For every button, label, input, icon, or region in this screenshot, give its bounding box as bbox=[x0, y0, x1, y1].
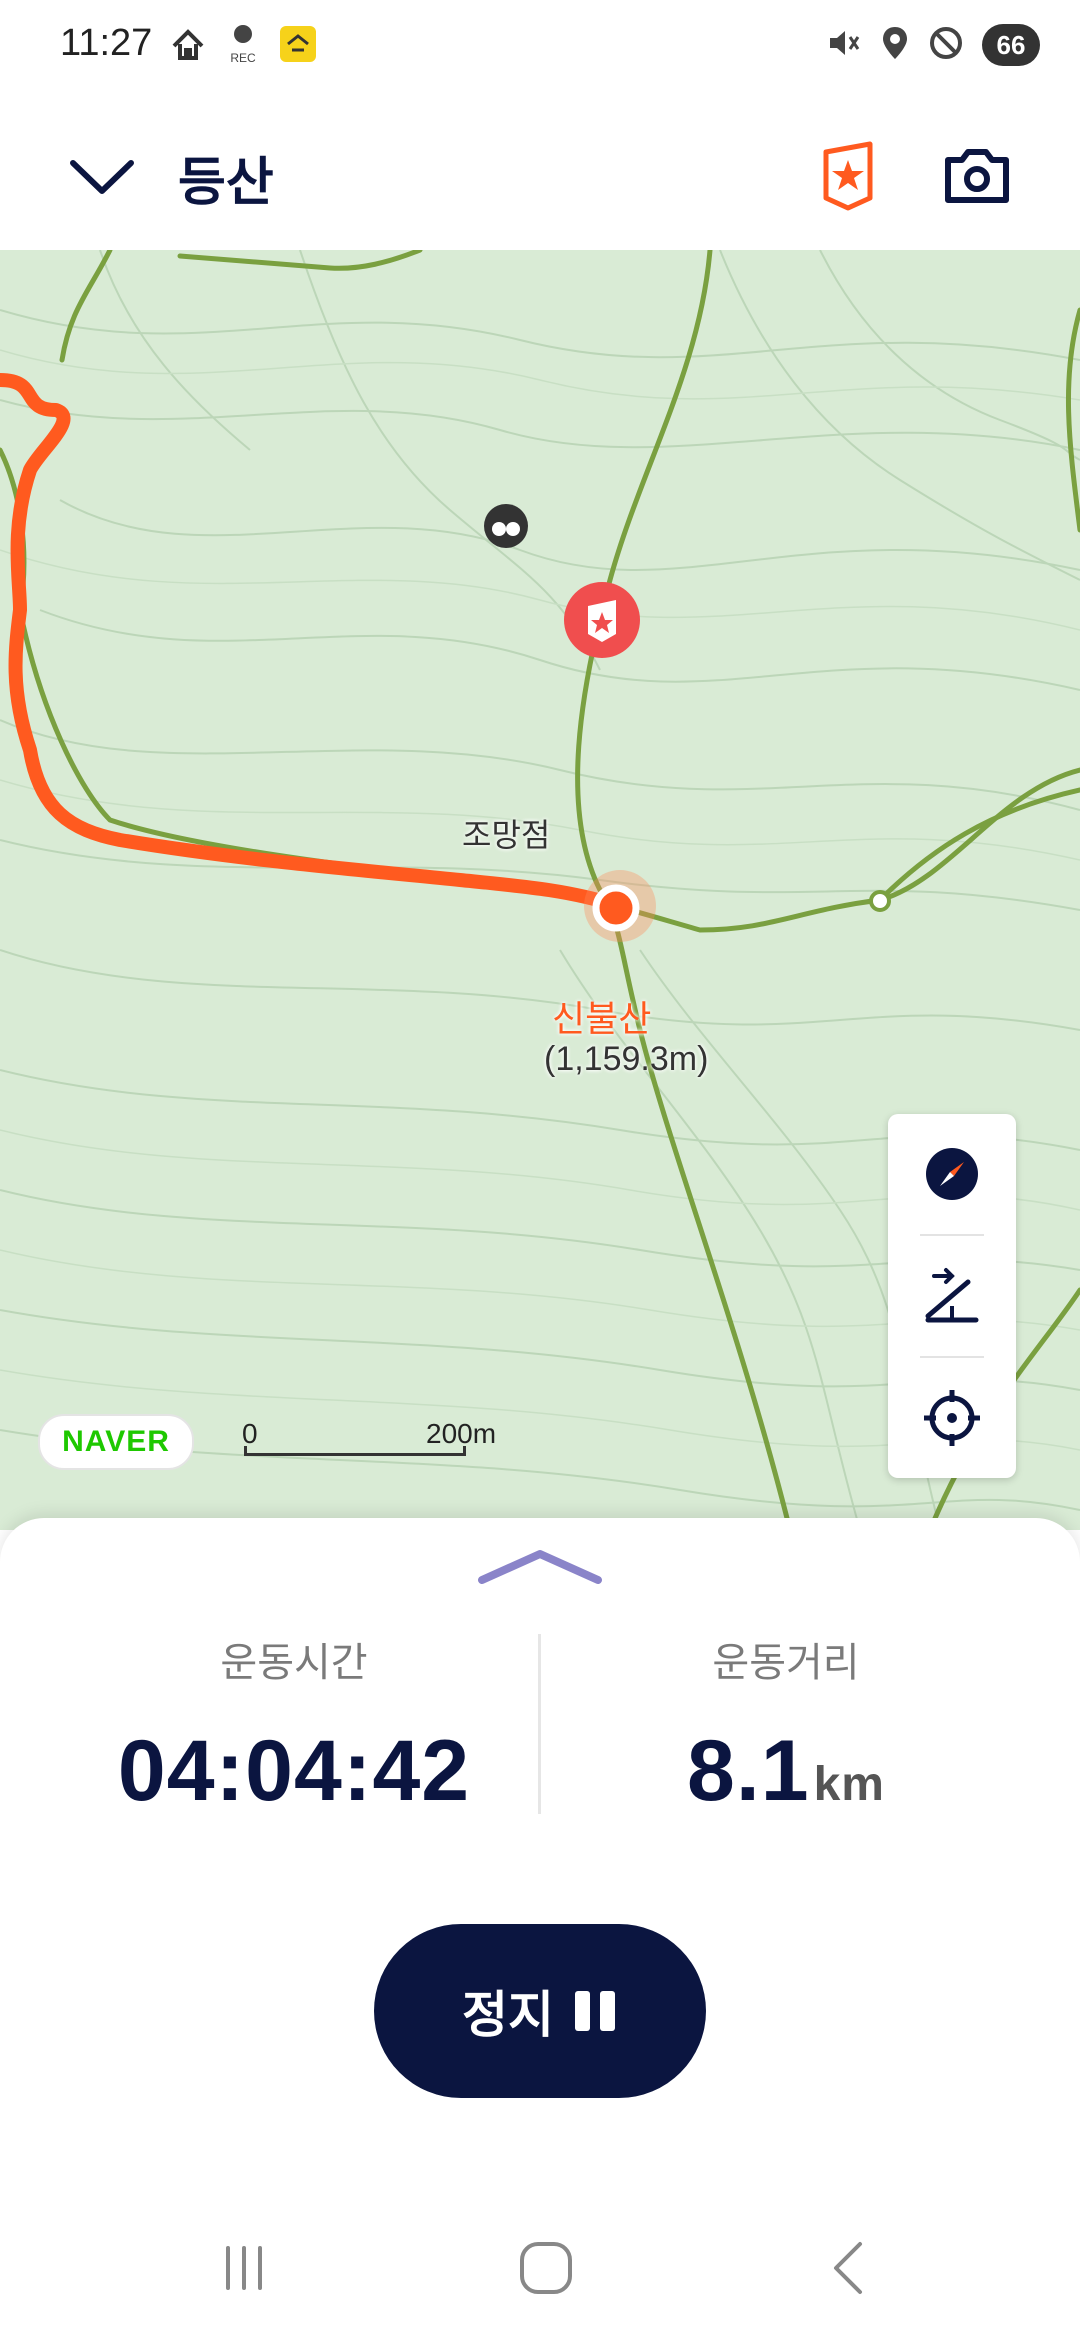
chevron-up-icon bbox=[478, 1550, 602, 1584]
mute-icon bbox=[826, 25, 862, 65]
svg-text:REC: REC bbox=[230, 51, 256, 65]
scale-bar bbox=[244, 1446, 466, 1456]
camera-button[interactable] bbox=[937, 136, 1017, 216]
elevation-icon bbox=[925, 1268, 979, 1323]
compass-button[interactable] bbox=[888, 1114, 1016, 1234]
workout-distance-value: 8.1 bbox=[687, 1723, 810, 1819]
app-badge-icon bbox=[278, 24, 318, 68]
recent-apps-button[interactable] bbox=[184, 2228, 304, 2308]
stop-button[interactable]: 정지 bbox=[374, 1924, 706, 2098]
workout-time-stat: 운동시간 04:04:42 bbox=[24, 1630, 564, 1821]
page-title: 등산 bbox=[178, 153, 274, 213]
map-controls bbox=[888, 1114, 1016, 1478]
map-view[interactable]: 조망점 신불산 (1,159.3m) NAVER 0 200m bbox=[0, 250, 1080, 1530]
status-time: 11:27 bbox=[60, 22, 153, 64]
app-header: 등산 bbox=[0, 100, 1080, 250]
back-button[interactable] bbox=[788, 2228, 908, 2308]
locate-button[interactable] bbox=[888, 1358, 1016, 1478]
peak-elevation-label: (1,159.3m) bbox=[544, 1040, 709, 1078]
location-icon bbox=[880, 25, 910, 65]
system-nav-bar bbox=[0, 2198, 1080, 2340]
workout-distance-label: 운동거리 bbox=[712, 1640, 860, 1686]
locate-icon bbox=[924, 1390, 980, 1446]
map-scale: 0 200m bbox=[242, 1418, 496, 1466]
collapse-button[interactable] bbox=[62, 142, 142, 212]
viewpoint-label: 조망점 bbox=[462, 817, 551, 853]
workout-sheet: 운동시간 04:04:42 운동거리 8.1km 정지 bbox=[0, 1518, 1080, 2198]
chevron-down-icon bbox=[70, 160, 134, 194]
status-icons-right: 66 bbox=[826, 24, 1040, 66]
mountain-badge-button[interactable] bbox=[808, 136, 888, 216]
naver-logo: NAVER bbox=[38, 1414, 194, 1470]
mountain-badge-icon bbox=[823, 141, 873, 211]
camera-icon bbox=[945, 149, 1009, 203]
home-button[interactable] bbox=[486, 2228, 606, 2308]
do-not-disturb-icon bbox=[928, 25, 964, 65]
recent-apps-icon bbox=[226, 2246, 262, 2290]
stop-label: 정지 bbox=[462, 1986, 554, 2044]
rec-indicator-icon: REC bbox=[226, 22, 260, 70]
sheet-handle[interactable] bbox=[478, 1546, 602, 1586]
workout-distance-unit: km bbox=[813, 1758, 885, 1811]
workout-time-label: 운동시간 bbox=[220, 1640, 368, 1686]
workout-distance-stat: 운동거리 8.1km bbox=[516, 1630, 1056, 1821]
home-upload-icon bbox=[168, 24, 208, 68]
battery-icon: 66 bbox=[982, 24, 1040, 66]
peak-name-label: 신불산 bbox=[552, 998, 652, 1039]
back-icon bbox=[834, 2242, 862, 2294]
workout-distance-value-wrap: 8.1km bbox=[516, 1722, 1056, 1821]
elevation-button[interactable] bbox=[888, 1236, 1016, 1356]
compass-icon bbox=[926, 1148, 978, 1200]
home-icon bbox=[520, 2242, 572, 2294]
pause-icon bbox=[575, 1991, 615, 2031]
status-icons-left: REC bbox=[168, 22, 318, 70]
workout-time-value: 04:04:42 bbox=[117, 1723, 471, 1819]
status-bar: 11:27 REC 66 bbox=[0, 0, 1080, 100]
